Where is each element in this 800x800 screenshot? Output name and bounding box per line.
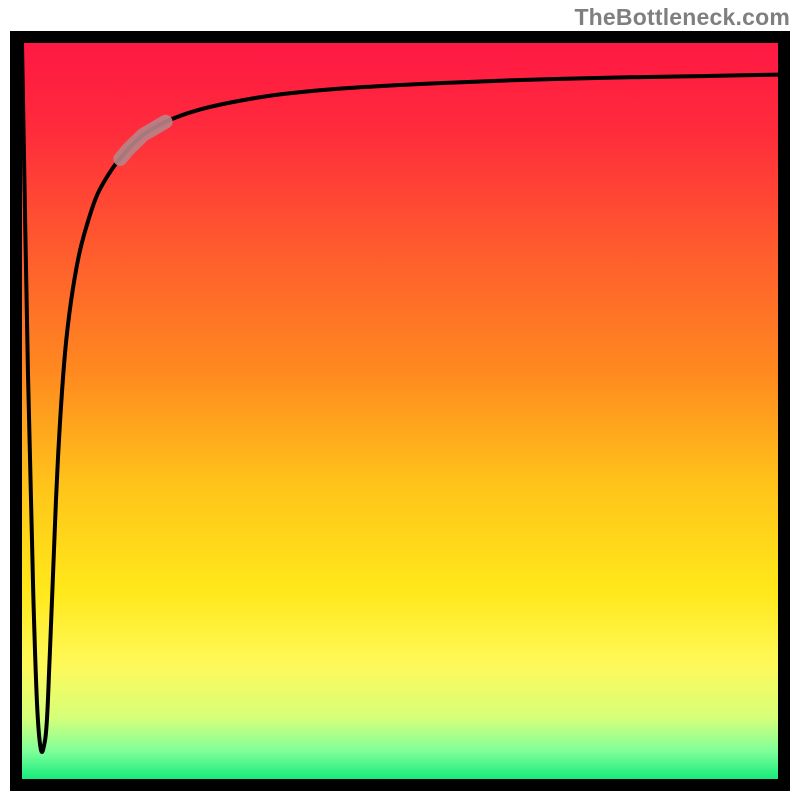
plot-frame: [10, 31, 790, 791]
chart-stage: TheBottleneck.com: [0, 0, 800, 800]
attribution-label: TheBottleneck.com: [574, 4, 790, 31]
bottleneck-plot: [10, 31, 790, 791]
